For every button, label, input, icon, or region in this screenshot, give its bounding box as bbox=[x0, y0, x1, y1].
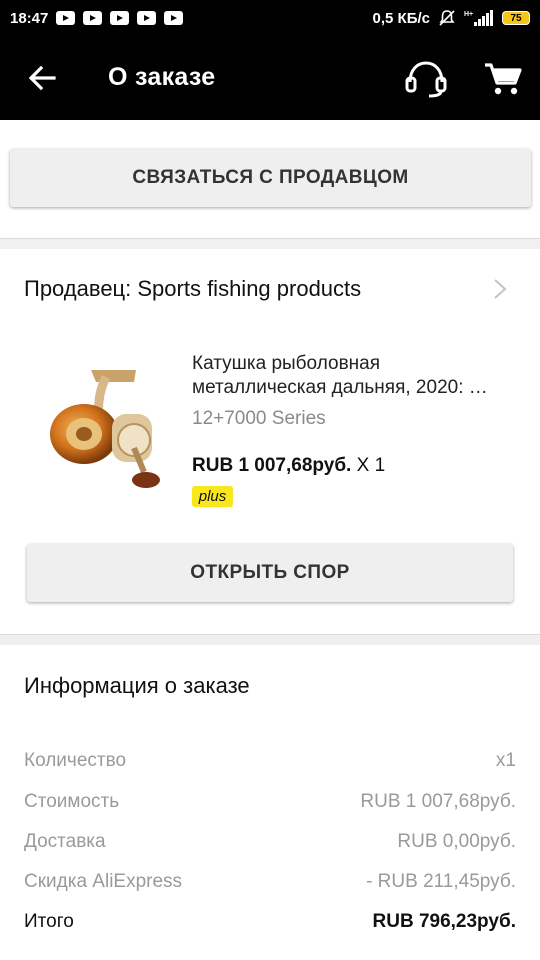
order-info-row-total: Итого RUB 796,23руб. bbox=[24, 907, 516, 937]
product-title-line: Катушка рыболовная bbox=[192, 353, 381, 374]
seller-row[interactable]: Продавец: Sports fishing products bbox=[0, 250, 540, 328]
youtube-icon bbox=[110, 11, 130, 25]
info-label: Скидка AliExpress bbox=[24, 871, 183, 892]
total-value: RUB 796,23руб. bbox=[372, 911, 517, 932]
youtube-icon bbox=[56, 11, 76, 25]
info-value: - RUB 211,45руб. bbox=[366, 871, 516, 892]
info-label: Стоимость bbox=[24, 791, 120, 812]
order-info-row-shipping: Доставка RUB 0,00руб. bbox=[24, 827, 516, 857]
cart-icon[interactable] bbox=[482, 60, 522, 96]
info-value: RUB 1 007,68руб. bbox=[360, 791, 516, 812]
order-info-row-discount: Скидка AliExpress - RUB 211,45руб. bbox=[24, 867, 516, 897]
plus-badge: plus bbox=[192, 486, 233, 507]
page-title: О заказе bbox=[108, 63, 216, 91]
product-variant: 12+7000 Series bbox=[192, 408, 326, 429]
product-image-fishing-reel[interactable] bbox=[36, 352, 166, 502]
chevron-right-icon bbox=[494, 279, 507, 299]
total-label: Итого bbox=[24, 911, 74, 932]
signal-icon: H+ bbox=[464, 10, 493, 26]
product-price: RUB 1 007,68руб. bbox=[192, 455, 352, 476]
svg-text:H+: H+ bbox=[464, 11, 473, 18]
status-bar-left: 18:47 bbox=[10, 9, 184, 27]
info-label: Количество bbox=[24, 750, 127, 771]
order-info-row-quantity: Количество x1 bbox=[24, 746, 516, 776]
seller-label: Продавец: Sports fishing products bbox=[24, 276, 362, 301]
youtube-icon bbox=[137, 11, 157, 25]
mute-icon bbox=[439, 10, 455, 26]
status-bar-right: 0,5 КБ/с H+ 75 bbox=[373, 9, 530, 27]
app-bar: О заказе bbox=[0, 36, 540, 120]
support-headset-icon[interactable] bbox=[402, 58, 450, 98]
info-label: Доставка bbox=[24, 831, 106, 852]
section-divider bbox=[0, 634, 540, 645]
info-value: x1 bbox=[495, 750, 516, 771]
order-info-row-cost: Стоимость RUB 1 007,68руб. bbox=[24, 787, 516, 817]
section-divider bbox=[0, 238, 540, 249]
product-quantity: X 1 bbox=[356, 455, 386, 476]
youtube-icon bbox=[164, 11, 184, 25]
back-arrow-icon[interactable] bbox=[24, 60, 60, 96]
status-bar: 18:47 0,5 КБ/с H+ 75 bbox=[0, 0, 540, 36]
order-info-heading: Информация о заказе bbox=[24, 673, 250, 698]
product-title-line: металлическая дальняя, 2020: … bbox=[192, 377, 488, 398]
status-time: 18:47 bbox=[10, 9, 49, 27]
product-title[interactable]: Катушка рыболовная металлическая дальняя… bbox=[192, 352, 522, 400]
open-dispute-button[interactable]: ОТКРЫТЬ СПОР bbox=[27, 544, 513, 602]
product-price-row: RUB 1 007,68руб. X 1 bbox=[192, 455, 385, 477]
contact-seller-button[interactable]: СВЯЗАТЬСЯ С ПРОДАВЦОМ bbox=[10, 149, 531, 207]
battery-icon: 75 bbox=[502, 11, 530, 25]
info-value: RUB 0,00руб. bbox=[397, 831, 516, 852]
network-speed: 0,5 КБ/с bbox=[372, 9, 430, 27]
youtube-icon bbox=[83, 11, 103, 25]
